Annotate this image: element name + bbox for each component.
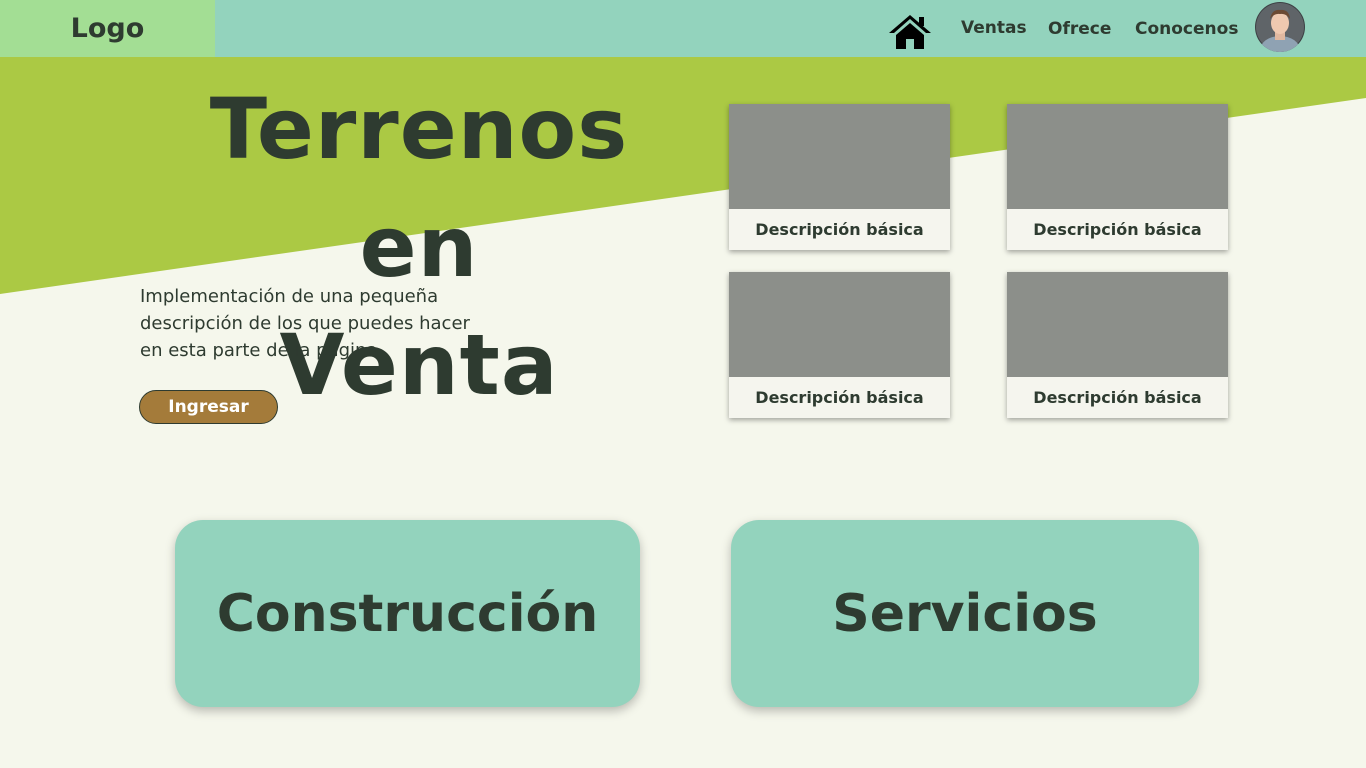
hero-description: Implementación de una pequeña descripció… [140, 286, 470, 361]
card-label: Descripción básica [755, 388, 924, 407]
servicios-tile[interactable]: Servicios [731, 520, 1199, 707]
card-label: Descripción básica [1033, 220, 1202, 239]
card-label: Descripción básica [1033, 388, 1202, 407]
property-card[interactable]: Descripción básica [1007, 104, 1228, 250]
logo-text: Logo [70, 13, 145, 44]
nav-link-conocenos[interactable]: Conocenos [1135, 19, 1238, 39]
construccion-tile-label: Construcción [216, 583, 599, 644]
user-avatar[interactable] [1255, 2, 1305, 52]
card-image-placeholder [729, 272, 950, 377]
hero-title: Terrenos en Venta [139, 70, 699, 424]
home-icon[interactable] [888, 14, 932, 50]
logo[interactable]: Logo [0, 0, 215, 57]
hero-title-line-1: Terrenos en [209, 80, 629, 296]
avatar-image [1255, 2, 1305, 52]
card-image-placeholder [1007, 104, 1228, 209]
construccion-tile[interactable]: Construcción [175, 520, 640, 707]
card-image-placeholder [729, 104, 950, 209]
nav-link-ventas[interactable]: Ventas [961, 18, 1027, 38]
top-navbar: Logo Ventas Ofrece Conocenos [0, 0, 1366, 57]
property-card[interactable]: Descripción básica [729, 272, 950, 418]
ingresar-button[interactable]: Ingresar [139, 390, 278, 424]
property-card[interactable]: Descripción básica [729, 104, 950, 250]
card-image-placeholder [1007, 272, 1228, 377]
property-card[interactable]: Descripción básica [1007, 272, 1228, 418]
card-label: Descripción básica [755, 220, 924, 239]
nav-link-ofrece[interactable]: Ofrece [1048, 19, 1111, 39]
servicios-tile-label: Servicios [832, 583, 1098, 644]
page: Logo Ventas Ofrece Conocenos Terrenos en… [0, 0, 1366, 768]
